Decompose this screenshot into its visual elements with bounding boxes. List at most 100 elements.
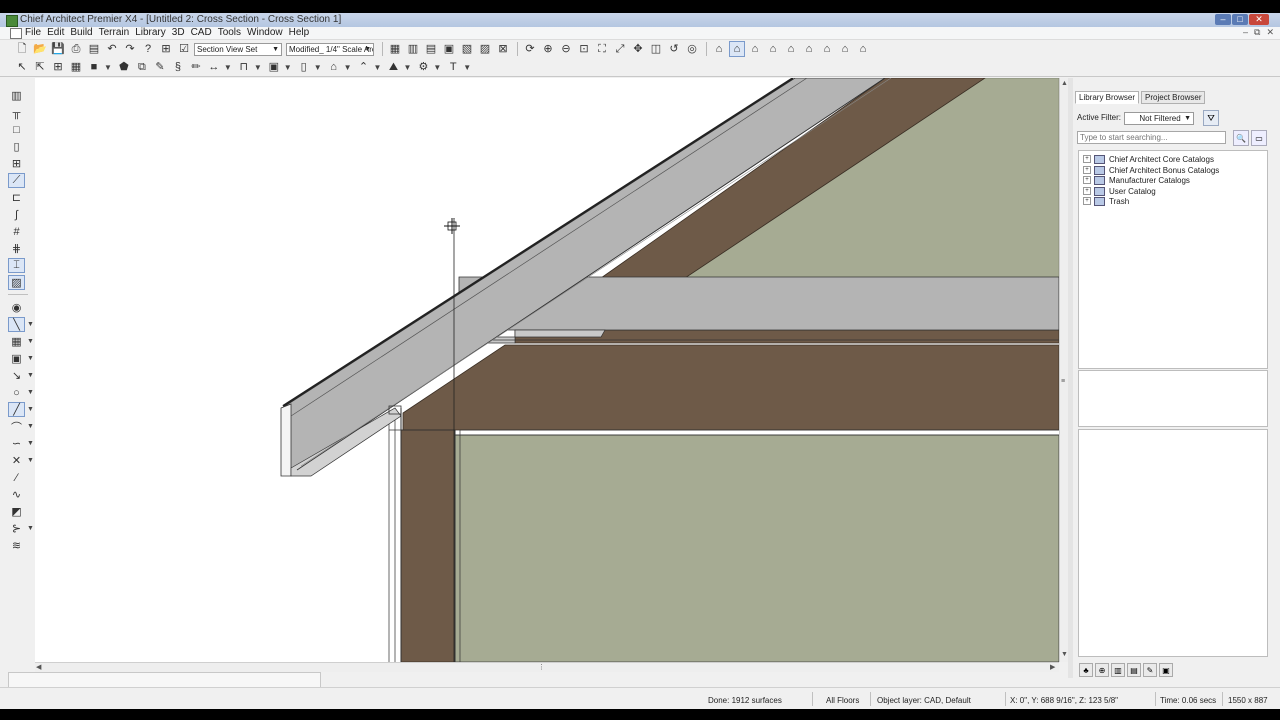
chevron-down-icon[interactable]: ▼	[314, 63, 322, 72]
expand-plus-icon[interactable]: +	[1083, 166, 1091, 174]
line-style-icon[interactable]: ✎	[152, 59, 168, 75]
layers-tool-icon[interactable]: ≋	[8, 538, 25, 553]
fill-window-icon[interactable]: ⛶	[594, 41, 610, 57]
stairs-icon[interactable]: ⊓	[236, 59, 252, 75]
paint-bucket-icon[interactable]: ⬟	[116, 59, 132, 75]
line-tool-icon[interactable]: ╲	[8, 317, 25, 332]
detail-view-icon[interactable]: ▥	[1111, 663, 1125, 677]
layout-icon[interactable]: ▣	[441, 41, 457, 57]
scroll-thumb-icon[interactable]: ⋮	[538, 663, 545, 671]
properties-icon[interactable]: ▣	[1159, 663, 1173, 677]
fill-style-icon[interactable]: ■	[86, 59, 102, 75]
fill-window-all-icon[interactable]: ⤢	[612, 41, 628, 57]
house-view-9-icon[interactable]: ⌂	[855, 41, 871, 57]
chevron-down-icon[interactable]: ▼	[224, 63, 232, 72]
chevron-down-icon[interactable]: ▼	[27, 423, 34, 430]
close-icon[interactable]: ✕	[1249, 14, 1269, 25]
scroll-down-icon[interactable]: ▼	[1061, 651, 1068, 658]
tree-item-user-catalog[interactable]: + User Catalog	[1083, 186, 1156, 196]
door-tool-icon[interactable]: ▯	[8, 139, 25, 154]
chevron-down-icon[interactable]: ▼	[27, 355, 34, 362]
doc-minimize-icon[interactable]: –	[1243, 27, 1248, 38]
cross-section-view[interactable]	[35, 78, 1059, 662]
cad-block-icon[interactable]: ▣	[8, 351, 25, 366]
undo-icon[interactable]: ↶	[104, 41, 120, 57]
menu-file[interactable]: File	[25, 27, 47, 39]
scroll-thumb-icon[interactable]: ≡	[1061, 378, 1065, 385]
railing-icon[interactable]: ╥	[8, 105, 25, 120]
chevron-down-icon[interactable]: ▼	[27, 321, 34, 328]
pan-icon[interactable]: ✥	[630, 41, 646, 57]
spiral-icon[interactable]: §	[170, 59, 186, 75]
fixture-icon[interactable]: ⌂	[326, 59, 342, 75]
chevron-down-icon[interactable]: ▼	[433, 63, 441, 72]
funnel-icon[interactable]: ⛛	[1203, 110, 1219, 126]
menu-3d[interactable]: 3D	[172, 27, 191, 39]
dimension-tool-icon[interactable]: ⌶	[8, 258, 25, 273]
expand-plus-icon[interactable]: +	[1083, 176, 1091, 184]
undo-zoom-icon[interactable]: ↺	[666, 41, 682, 57]
arrow-tool-icon[interactable]: ↘	[8, 368, 25, 383]
window-tool-icon[interactable]: ⊞	[8, 156, 25, 171]
library-search-input[interactable]	[1077, 131, 1226, 144]
menu-build[interactable]: Build	[70, 27, 98, 39]
maximize-icon[interactable]: □	[1232, 14, 1248, 25]
expand-plus-icon[interactable]: +	[1083, 187, 1091, 195]
marker-tool-icon[interactable]: ⊱	[8, 521, 25, 536]
refresh-icon[interactable]: ⟳	[522, 41, 538, 57]
doc-close-icon[interactable]: ✕	[1266, 27, 1274, 38]
terrain-icon[interactable]: ⛰	[385, 59, 401, 75]
chevron-down-icon[interactable]: ▼	[27, 457, 34, 464]
chevron-down-icon[interactable]: ▼	[284, 63, 292, 72]
text-icon[interactable]: T	[445, 59, 461, 75]
tree-item-bonus-catalogs[interactable]: + Chief Architect Bonus Catalogs	[1083, 165, 1219, 175]
magnifier-icon[interactable]: 🔍	[1233, 130, 1249, 146]
menu-cad[interactable]: CAD	[191, 27, 218, 39]
door-icon[interactable]: ▯	[296, 59, 312, 75]
expand-plus-icon[interactable]: +	[1083, 197, 1091, 205]
camera-tool-icon[interactable]: ◉	[8, 300, 25, 315]
group-select-icon[interactable]: ⊞	[50, 59, 66, 75]
menu-window[interactable]: Window	[247, 27, 289, 39]
draw-line-icon[interactable]: ╱	[8, 402, 25, 417]
section-icon[interactable]: ▤	[423, 41, 439, 57]
break-line-icon[interactable]: ✕	[8, 453, 25, 468]
chevron-down-icon[interactable]: ▼	[27, 440, 34, 447]
framing-tool-icon[interactable]: ⟋	[8, 173, 25, 188]
curve-tool-icon[interactable]: ∫	[8, 207, 25, 222]
house-view-7-icon[interactable]: ⌂	[819, 41, 835, 57]
reference-icon[interactable]: ⊠	[495, 41, 511, 57]
chevron-down-icon[interactable]: ▼	[27, 372, 34, 379]
wall-icon[interactable]: ▥	[8, 88, 25, 103]
chevron-down-icon[interactable]: ▼	[27, 389, 34, 396]
tile-view-icon[interactable]: ▤	[1127, 663, 1141, 677]
chevron-down-icon[interactable]: ▼	[104, 63, 112, 72]
fill-tool-icon[interactable]: ▨	[8, 275, 25, 290]
view-set-select[interactable]: Section View Set ▼	[194, 42, 282, 56]
tree-item-core-catalogs[interactable]: + Chief Architect Core Catalogs	[1083, 154, 1214, 164]
menu-edit[interactable]: Edit	[47, 27, 70, 39]
tab-project-browser[interactable]: Project Browser	[1141, 91, 1206, 104]
elevation-icon[interactable]: ▥	[405, 41, 421, 57]
minimize-icon[interactable]: –	[1215, 14, 1231, 25]
glasses-icon[interactable]: ◎	[684, 41, 700, 57]
chevron-down-icon[interactable]: ▼	[403, 63, 411, 72]
chevron-down-icon[interactable]: ▼	[463, 63, 471, 72]
house-view-2-icon[interactable]: ⌂	[729, 41, 745, 57]
circle-tool-icon[interactable]: ○	[8, 385, 25, 400]
pencil-icon[interactable]: ✏	[188, 59, 204, 75]
house-view-3-icon[interactable]: ⌂	[747, 41, 763, 57]
roof-icon[interactable]: ⌃	[356, 59, 372, 75]
tree-item-trash[interactable]: + Trash	[1083, 196, 1129, 206]
house-view-6-icon[interactable]: ⌂	[801, 41, 817, 57]
folder-search-icon[interactable]: ▭	[1251, 130, 1267, 146]
tab-library-browser[interactable]: Library Browser	[1075, 91, 1140, 104]
callout-tool-icon[interactable]: ◩	[8, 504, 25, 519]
camera-icon[interactable]: ◫	[648, 41, 664, 57]
house-view-1-icon[interactable]: ⌂	[711, 41, 727, 57]
grid-tool-icon[interactable]: #	[8, 224, 25, 239]
window-list-icon[interactable]: ▨	[477, 41, 493, 57]
pen-tool-icon[interactable]: ∕	[8, 470, 25, 485]
menu-tools[interactable]: Tools	[218, 27, 247, 39]
open-object-icon[interactable]: ▦	[68, 59, 84, 75]
